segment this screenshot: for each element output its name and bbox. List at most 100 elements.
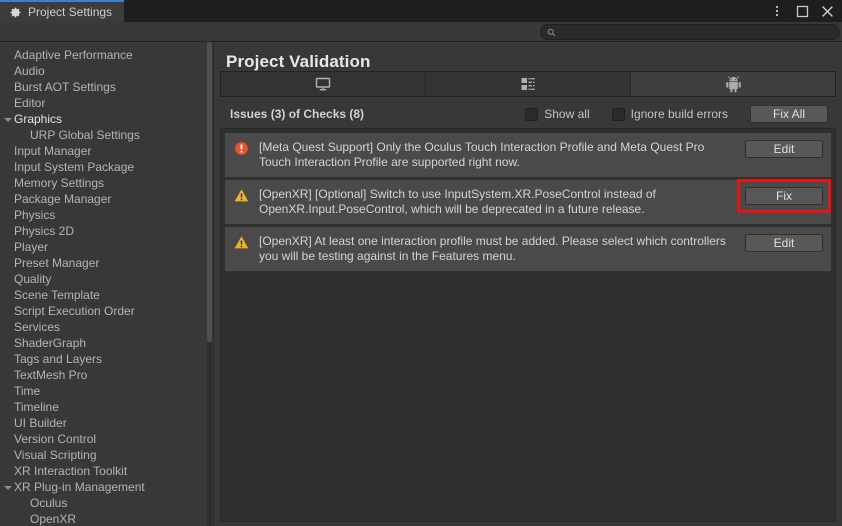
sidebar-item-label: Editor	[14, 96, 46, 110]
issue-message: [Meta Quest Support] Only the Oculus Tou…	[259, 140, 705, 169]
sidebar-item-openxr[interactable]: OpenXR	[0, 511, 214, 526]
sidebar-item-label: Audio	[14, 64, 45, 78]
sidebar-item-physics-2d[interactable]: Physics 2D	[0, 223, 214, 239]
sidebar-item-ui-builder[interactable]: UI Builder	[0, 415, 214, 431]
warning-icon	[234, 235, 250, 250]
issue-fix-button[interactable]: Fix	[745, 187, 823, 205]
tab-project-settings[interactable]: Project Settings	[0, 0, 125, 22]
sidebar-item-script-execution-order[interactable]: Script Execution Order	[0, 303, 214, 319]
issue-action-wrap: Fix	[737, 179, 831, 213]
sidebar-item-label: Quality	[14, 272, 52, 286]
sidebar-item-label: Services	[14, 320, 61, 334]
sidebar-item-label: URP Global Settings	[30, 128, 140, 142]
sidebar-item-graphics[interactable]: Graphics	[0, 111, 214, 127]
window-tabstrip: Project Settings	[0, 0, 842, 22]
issue-edit-button[interactable]: Edit	[745, 234, 823, 252]
tab-dedicated-server[interactable]	[426, 72, 631, 96]
sidebar-scroll-thumb[interactable]	[207, 42, 212, 342]
sidebar-item-memory-settings[interactable]: Memory Settings	[0, 175, 214, 191]
more-options-icon[interactable]	[770, 4, 784, 18]
sidebar-item-label: Adaptive Performance	[14, 48, 133, 62]
sidebar-item-physics[interactable]: Physics	[0, 207, 214, 223]
platform-tabs[interactable]	[220, 71, 836, 97]
sidebar-item-label: Scene Template	[14, 288, 100, 302]
sidebar-item-label: ShaderGraph	[14, 336, 87, 350]
sidebar-item-shadergraph[interactable]: ShaderGraph	[0, 335, 214, 351]
sidebar-scrollbar[interactable]	[207, 42, 212, 526]
sidebar-item-label: Package Manager	[14, 192, 112, 206]
sidebar-item-audio[interactable]: Audio	[0, 63, 214, 79]
search-input[interactable]	[560, 26, 839, 38]
issue-edit-button[interactable]: Edit	[745, 140, 823, 158]
server-icon	[520, 76, 536, 92]
tab-android[interactable]	[631, 72, 835, 96]
sidebar-item-quality[interactable]: Quality	[0, 271, 214, 287]
settings-sidebar[interactable]: Adaptive Performance Audio Burst AOT Setti…	[0, 42, 214, 526]
sidebar-item-label: Version Control	[14, 432, 97, 446]
sidebar-item-urp-global-settings[interactable]: URP Global Settings	[0, 127, 214, 143]
project-settings-window: Project Settings Adaptive Performance Au…	[0, 0, 842, 526]
sidebar-item-package-manager[interactable]: Package Manager	[0, 191, 214, 207]
sidebar-item-version-control[interactable]: Version Control	[0, 431, 214, 447]
sidebar-item-xr-interaction-toolkit[interactable]: XR Interaction Toolkit	[0, 463, 214, 479]
ignore-build-errors-group[interactable]: Ignore build errors	[611, 107, 728, 121]
search-box[interactable]	[540, 24, 840, 40]
error-icon	[234, 141, 250, 156]
sidebar-item-input-manager[interactable]: Input Manager	[0, 143, 214, 159]
android-icon	[725, 75, 742, 93]
sidebar-item-editor[interactable]: Editor	[0, 95, 214, 111]
tab-label: Project Settings	[28, 5, 113, 19]
sidebar-item-label: Player	[14, 240, 49, 254]
monitor-icon	[314, 75, 332, 93]
sidebar-item-visual-scripting[interactable]: Visual Scripting	[0, 447, 214, 463]
sidebar-item-label: Timeline	[14, 400, 59, 414]
sidebar-item-tags-and-layers[interactable]: Tags and Layers	[0, 351, 214, 367]
gear-icon	[10, 7, 21, 17]
sidebar-item-input-system-package[interactable]: Input System Package	[0, 159, 214, 175]
issue-list: [Meta Quest Support] Only the Oculus Tou…	[220, 128, 836, 522]
chevron-down-icon[interactable]	[4, 486, 12, 490]
sidebar-item-label: Tags and Layers	[14, 352, 103, 366]
issue-row[interactable]: [OpenXR] At least one interaction profil…	[225, 227, 831, 271]
show-all-label: Show all	[544, 107, 590, 121]
sidebar-item-label: Physics 2D	[14, 224, 75, 238]
sidebar-item-time[interactable]: Time	[0, 383, 214, 399]
page-title: Project Validation	[226, 52, 371, 71]
sidebar-item-xr-plug-in-management[interactable]: XR Plug-in Management	[0, 479, 214, 495]
sidebar-item-preset-manager[interactable]: Preset Manager	[0, 255, 214, 271]
sidebar-item-label: TextMesh Pro	[14, 368, 88, 382]
validation-toolbar: Issues (3) of Checks (8) Show all Ignore…	[220, 102, 836, 126]
sidebar-item-label: Script Execution Order	[14, 304, 135, 318]
warning-icon	[234, 188, 250, 203]
ignore-build-errors-checkbox[interactable]	[611, 107, 625, 121]
fix-all-button[interactable]: Fix All	[750, 105, 828, 123]
sidebar-item-label: Input Manager	[14, 144, 92, 158]
sidebar-item-label: XR Interaction Toolkit	[14, 464, 128, 478]
issue-row[interactable]: [Meta Quest Support] Only the Oculus Tou…	[225, 133, 831, 177]
chevron-down-icon[interactable]	[4, 118, 12, 122]
sidebar-item-oculus[interactable]: Oculus	[0, 495, 214, 511]
main-panel: Project Validation Issues (3) of Checks …	[214, 42, 842, 526]
sidebar-item-label: XR Plug-in Management	[14, 480, 145, 494]
sidebar-item-player[interactable]: Player	[0, 239, 214, 255]
sidebar-item-label: Input System Package	[14, 160, 135, 174]
issue-message: [OpenXR] [Optional] Switch to use InputS…	[259, 187, 656, 216]
sidebar-item-timeline[interactable]: Timeline	[0, 399, 214, 415]
sidebar-item-services[interactable]: Services	[0, 319, 214, 335]
sidebar-item-label: Visual Scripting	[14, 448, 97, 462]
tab-standalone[interactable]	[221, 72, 426, 96]
show-all-group[interactable]: Show all	[525, 107, 590, 121]
sidebar-item-label: Physics	[14, 208, 56, 222]
sidebar-item-scene-template[interactable]: Scene Template	[0, 287, 214, 303]
show-all-checkbox[interactable]	[525, 107, 539, 121]
sidebar-item-label: Time	[14, 384, 41, 398]
sidebar-item-textmesh-pro[interactable]: TextMesh Pro	[0, 367, 214, 383]
search-icon	[547, 28, 556, 36]
close-icon[interactable]	[820, 4, 834, 18]
sidebar-item-burst-aot-settings[interactable]: Burst AOT Settings	[0, 79, 214, 95]
sidebar-item-adaptive-performance[interactable]: Adaptive Performance	[0, 47, 214, 63]
ignore-build-errors-label: Ignore build errors	[630, 107, 728, 121]
sidebar-item-label: Preset Manager	[14, 256, 100, 270]
maximize-icon[interactable]	[795, 4, 809, 18]
issue-row[interactable]: [OpenXR] [Optional] Switch to use InputS…	[225, 179, 831, 224]
